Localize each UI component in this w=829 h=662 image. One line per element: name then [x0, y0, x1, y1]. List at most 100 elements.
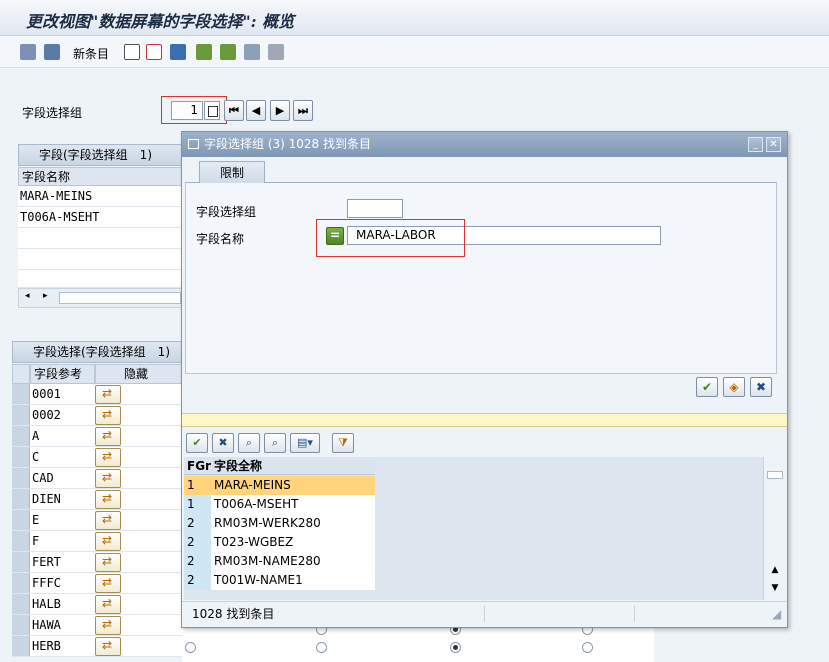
vertical-scrollbar[interactable]: ▲ ▼ — [763, 457, 785, 600]
scroll-thumb[interactable] — [59, 292, 181, 304]
row-selector[interactable] — [12, 468, 30, 488]
print-icon[interactable] — [268, 44, 284, 60]
exchange-icon[interactable] — [95, 385, 121, 404]
next-page-button[interactable]: ▶ — [270, 100, 290, 121]
cancel-button[interactable]: ✖ — [750, 377, 772, 397]
select-all-rows-corner[interactable] — [12, 364, 30, 384]
select-block-icon[interactable] — [220, 44, 236, 60]
delete-icon[interactable] — [146, 44, 162, 60]
scroll-up-icon[interactable]: ▲ — [767, 563, 783, 577]
exchange-icon[interactable] — [95, 490, 121, 509]
row-selector[interactable] — [12, 573, 30, 593]
exchange-icon[interactable] — [95, 511, 121, 530]
search-refine-button[interactable]: ◈ — [723, 377, 745, 397]
find-next-icon[interactable]: ⌕ — [264, 433, 286, 453]
name-cell: T023-WGBEZ — [211, 533, 375, 552]
field-name-label: 字段名称 — [196, 232, 245, 246]
hidden-column-header[interactable]: 隐藏 — [95, 364, 182, 384]
first-page-button[interactable]: ⏮ — [224, 100, 244, 121]
new-entries-button[interactable]: 新条目 — [73, 45, 109, 62]
field-reference-value: A — [32, 429, 40, 443]
exchange-icon[interactable] — [95, 553, 121, 572]
exchange-icon[interactable] — [95, 427, 121, 446]
list-item[interactable]: E — [12, 510, 182, 531]
row-selector[interactable] — [12, 531, 30, 551]
dialog-titlebar: 字段选择组 (3) 1028 找到条目 _ ✕ — [182, 132, 787, 157]
row-selector[interactable] — [12, 615, 30, 635]
full-name-column-header[interactable]: 字段全称 — [211, 457, 375, 475]
list-item[interactable]: HALB — [12, 594, 182, 615]
row-selector[interactable] — [12, 447, 30, 467]
exchange-icon[interactable] — [95, 406, 121, 425]
field-name-column-header[interactable]: 字段名称 — [18, 167, 182, 186]
radio-option[interactable] — [316, 642, 327, 653]
row-selector[interactable] — [12, 552, 30, 572]
scroll-thumb[interactable] — [767, 471, 783, 479]
list-item[interactable]: F — [12, 531, 182, 552]
list-item[interactable]: HERB — [12, 636, 182, 657]
row-selector[interactable] — [12, 426, 30, 446]
tab-restrictions[interactable]: 限制 — [199, 161, 265, 183]
previous-page-button[interactable]: ◀ — [246, 100, 266, 121]
row-selector[interactable] — [12, 594, 30, 614]
list-item[interactable]: DIEN — [12, 489, 182, 510]
list-item[interactable]: 0001 — [12, 384, 182, 405]
display-change-icon[interactable] — [20, 44, 36, 60]
search-icon[interactable] — [44, 44, 60, 60]
status-divider — [484, 606, 485, 622]
ok-icon[interactable]: ✔ — [186, 433, 208, 453]
row-selector[interactable] — [12, 489, 30, 509]
close-button[interactable]: ✕ — [766, 137, 781, 152]
list-item[interactable]: C — [12, 447, 182, 468]
select-all-icon[interactable] — [196, 44, 212, 60]
list-item[interactable]: 0002 — [12, 405, 182, 426]
list-item[interactable]: FERT — [12, 552, 182, 573]
filter-icon[interactable]: ⧩ — [332, 433, 354, 453]
row-selector[interactable] — [12, 384, 30, 404]
print-menu-icon[interactable]: ▤▾ — [290, 433, 320, 453]
deselect-icon[interactable] — [244, 44, 260, 60]
exchange-icon[interactable] — [95, 532, 121, 551]
scroll-left-icon[interactable]: ◂ — [25, 291, 30, 301]
exchange-icon[interactable] — [95, 574, 121, 593]
radio-option[interactable] — [582, 642, 593, 653]
list-item[interactable]: FFFC — [12, 573, 182, 594]
copy-icon[interactable] — [124, 44, 140, 60]
table-row[interactable] — [18, 228, 182, 249]
horizontal-scrollbar[interactable]: ◂ ▸ — [18, 288, 182, 308]
scroll-right-icon[interactable]: ▸ — [43, 291, 48, 301]
field-reference-column-header[interactable]: 字段参考 — [30, 364, 95, 384]
list-item[interactable]: CAD — [12, 468, 182, 489]
fgr-cell: 2 — [184, 533, 211, 552]
field-reference-value: C — [32, 450, 40, 464]
table-row[interactable] — [18, 249, 182, 270]
exchange-icon[interactable] — [95, 469, 121, 488]
undo-icon[interactable] — [170, 44, 186, 60]
fgr-column-header[interactable]: FGr — [184, 457, 211, 475]
status-text: 1028 找到条目 — [192, 607, 275, 621]
row-selector[interactable] — [12, 510, 30, 530]
exchange-icon[interactable] — [95, 595, 121, 614]
resize-grip-icon[interactable]: ◢ — [772, 602, 781, 626]
find-icon[interactable]: ⌕ — [238, 433, 260, 453]
exchange-icon[interactable] — [95, 616, 121, 635]
list-item[interactable]: A — [12, 426, 182, 447]
exchange-icon[interactable] — [95, 448, 121, 467]
row-selector[interactable] — [12, 636, 30, 656]
radio-option[interactable] — [450, 642, 461, 653]
field-group-input[interactable] — [347, 199, 403, 218]
scroll-down-icon[interactable]: ▼ — [767, 581, 783, 595]
search-help-dialog: 字段选择组 (3) 1028 找到条目 _ ✕ 限制 字段选择组 字段名称 = … — [181, 131, 788, 628]
last-page-button[interactable]: ⏭ — [293, 100, 313, 121]
exchange-icon[interactable] — [95, 637, 121, 656]
confirm-button[interactable]: ✔ — [696, 377, 718, 397]
table-row[interactable]: MARA-MEINS — [18, 186, 182, 207]
radio-option[interactable] — [185, 642, 196, 653]
table-row[interactable]: T006A-MSEHT — [18, 207, 182, 228]
tab-strip: 限制 — [185, 159, 777, 183]
cancel-icon[interactable]: ✖ — [212, 433, 234, 453]
table-row[interactable] — [18, 270, 182, 288]
minimize-button[interactable]: _ — [748, 137, 763, 152]
row-selector[interactable] — [12, 405, 30, 425]
list-item[interactable]: HAWA — [12, 615, 182, 636]
